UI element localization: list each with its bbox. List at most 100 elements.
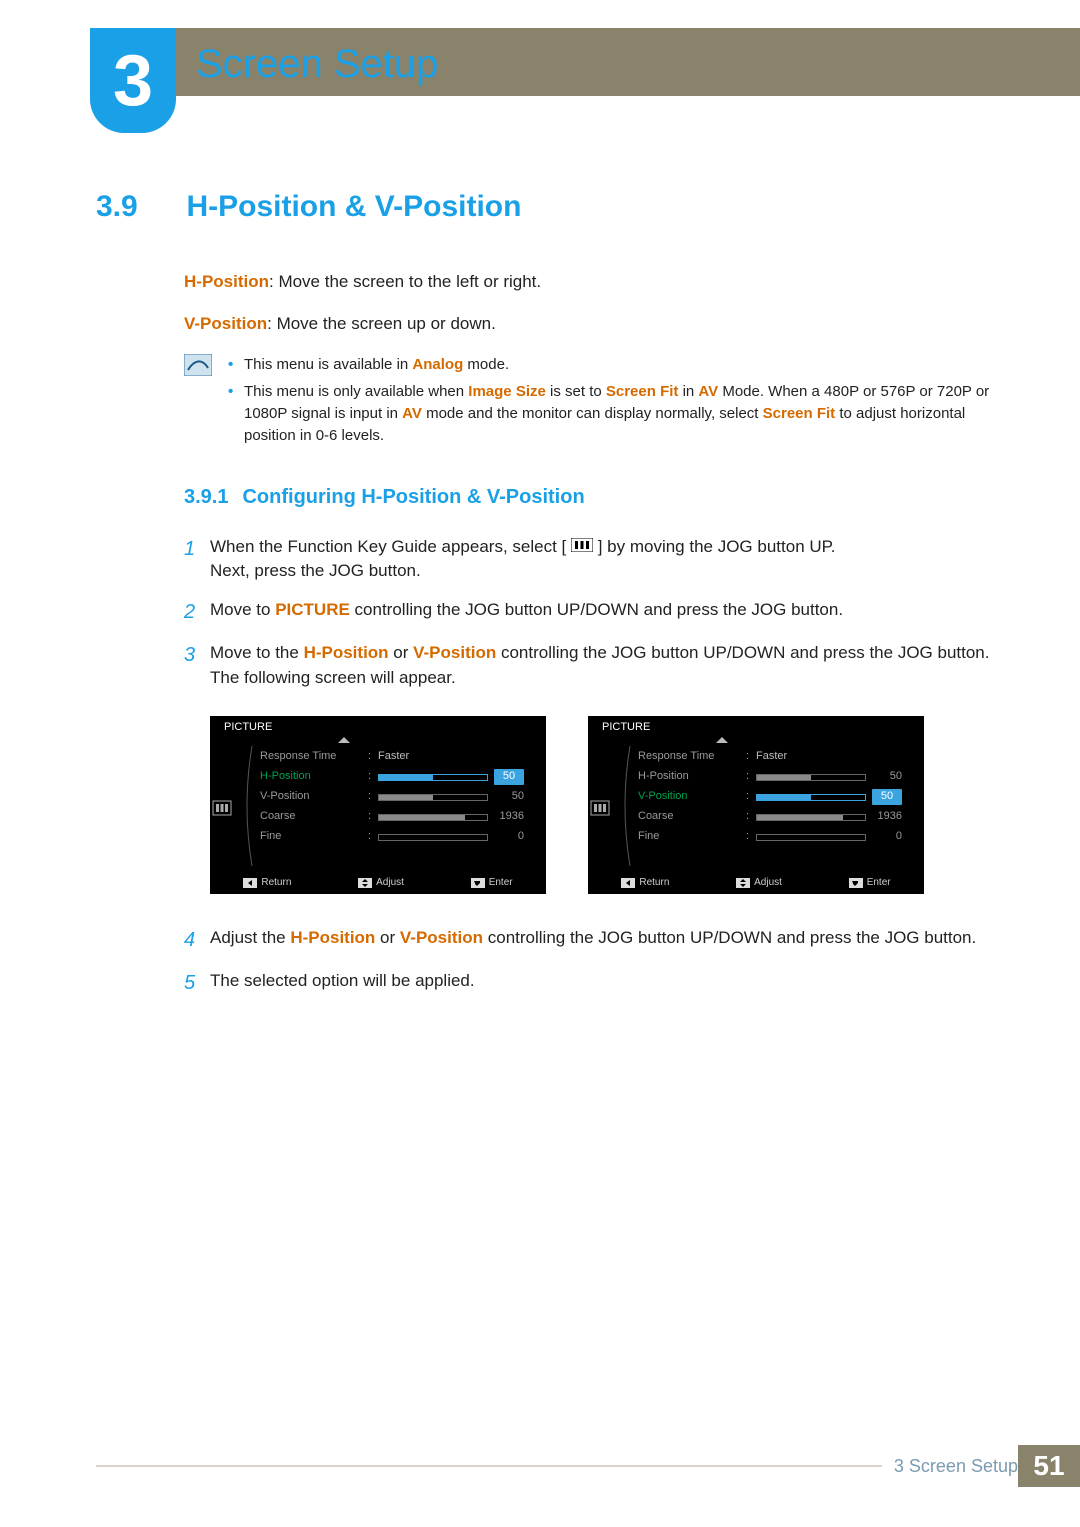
subsection-heading: 3.9.1 Configuring H-Position & V-Position [184, 483, 1000, 511]
step-body: Move to PICTURE controlling the JOG butt… [210, 598, 1000, 627]
osd-item-value: 50 [378, 789, 532, 805]
note-block: This menu is available in Analog mode. Th… [184, 354, 1000, 453]
osd-item: Coarse:1936 [260, 808, 532, 826]
step-number: 4 [184, 926, 210, 955]
osd-slider [756, 774, 866, 781]
osd-item-value: 50 [378, 769, 532, 785]
osd-slider-value: 50 [872, 789, 902, 805]
osd-item-value: Faster [756, 749, 910, 765]
osd-slider [378, 834, 488, 841]
osd-adjust-label: Adjust [358, 876, 404, 891]
osd-item-label: Response Time [638, 749, 746, 765]
step-body: Adjust the H-Position or V-Position cont… [210, 926, 1000, 955]
osd-item: H-Position:50 [260, 768, 532, 786]
section-heading: 3.9 H-Position & V-Position [96, 190, 1000, 224]
osd-slider [378, 814, 488, 821]
osd-slider [756, 834, 866, 841]
osd-item-label: Coarse [638, 809, 746, 825]
osd-item: V-Position:50 [638, 788, 910, 806]
osd-slider-value: 1936 [494, 809, 524, 825]
osd-item-label: Response Time [260, 749, 368, 765]
osd-slider-value: 50 [494, 769, 524, 785]
subsection-title: Configuring H-Position & V-Position [242, 486, 584, 508]
section-number: 3.9 [96, 190, 182, 224]
osd-panel: PICTURE Response Time:Faster H-Position:50… [210, 716, 546, 894]
osd-side-menu-icon [212, 800, 232, 822]
osd-item-label: H-Position [638, 769, 746, 785]
osd-adjust-label: Adjust [736, 876, 782, 891]
osd-row: PICTURE Response Time:Faster H-Position:50… [210, 716, 1000, 894]
osd-panel: PICTURE Response Time:Faster H-Position:50… [588, 716, 924, 894]
osd-item-value: 1936 [378, 809, 532, 825]
osd-slider [378, 774, 488, 781]
osd-footer: Return Adjust Enter [210, 876, 546, 891]
osd-slider-value: 0 [872, 829, 902, 845]
osd-item: Response Time:Faster [260, 748, 532, 766]
step-number: 1 [184, 535, 210, 584]
page-footer: 3 Screen Setup 51 [96, 1445, 1080, 1487]
osd-footer: Return Adjust Enter [588, 876, 924, 891]
step: 2Move to PICTURE controlling the JOG but… [184, 598, 1000, 627]
osd-item-label: V-Position [260, 789, 368, 805]
osd-item-value: 50 [756, 769, 910, 785]
step-list: 1When the Function Key Guide appears, se… [184, 535, 1000, 999]
osd-enter-label: Enter [849, 876, 891, 891]
osd-curve-decoration [620, 746, 632, 866]
note-list: This menu is available in Analog mode. Th… [224, 354, 1000, 453]
osd-enter-label: Enter [471, 876, 513, 891]
step-number: 5 [184, 969, 210, 998]
step: 1When the Function Key Guide appears, se… [184, 535, 1000, 584]
osd-item-label: H-Position [260, 769, 368, 785]
osd-item: Coarse:1936 [638, 808, 910, 826]
osd-item-label: Coarse [260, 809, 368, 825]
osd-item-value: 1936 [756, 809, 910, 825]
osd-up-arrow-icon [252, 735, 442, 747]
osd-items: Response Time:Faster H-Position:50 V-Posit… [638, 748, 910, 848]
subsection-number: 3.9.1 [184, 486, 228, 508]
step-body: The selected option will be applied. [210, 969, 1000, 998]
osd-return-label: Return [621, 876, 669, 891]
osd-item-value: Faster [378, 749, 532, 765]
osd-item: H-Position:50 [638, 768, 910, 786]
note-icon [184, 354, 224, 378]
osd-items: Response Time:Faster H-Position:50 V-Posit… [260, 748, 532, 848]
osd-slider-value: 0 [494, 829, 524, 845]
osd-title: PICTURE [224, 720, 272, 736]
osd-item: Fine:0 [638, 828, 910, 846]
osd-item-label: V-Position [638, 789, 746, 805]
osd-side-menu-icon [590, 800, 610, 822]
chapter-number-tab: 3 [90, 28, 176, 133]
menu-icon [571, 535, 593, 560]
osd-item: Response Time:Faster [638, 748, 910, 766]
osd-slider [756, 814, 866, 821]
chapter-number: 3 [113, 40, 153, 122]
osd-slider-value: 50 [872, 769, 902, 785]
osd-title: PICTURE [602, 720, 650, 736]
osd-up-arrow-icon [630, 735, 820, 747]
section-title: H-Position & V-Position [186, 190, 521, 224]
footer-chapter-ref: 3 Screen Setup [894, 1456, 1018, 1477]
osd-slider-value: 1936 [872, 809, 902, 825]
osd-slider-value: 50 [494, 789, 524, 805]
osd-item-value: 0 [378, 829, 532, 845]
step: 3Move to the H-Position or V-Position co… [184, 641, 1000, 690]
osd-item: V-Position:50 [260, 788, 532, 806]
osd-item-value: 50 [756, 789, 910, 805]
osd-item-label: Fine [638, 829, 746, 845]
osd-return-label: Return [243, 876, 291, 891]
osd-item-value: 0 [756, 829, 910, 845]
vposition-description: V-Position: Move the screen up or down. [184, 312, 1000, 336]
step: 5The selected option will be applied. [184, 969, 1000, 998]
osd-item-label: Fine [260, 829, 368, 845]
osd-row-step: PICTURE Response Time:Faster H-Position:50… [184, 704, 1000, 912]
osd-item: Fine:0 [260, 828, 532, 846]
step: 4Adjust the H-Position or V-Position con… [184, 926, 1000, 955]
step-number: 2 [184, 598, 210, 627]
osd-slider [756, 794, 866, 801]
footer-page-number: 51 [1018, 1445, 1080, 1487]
note-item: This menu is only available when Image S… [224, 381, 1000, 446]
note-item: This menu is available in Analog mode. [224, 354, 1000, 376]
step-number: 3 [184, 641, 210, 690]
step-body: Move to the H-Position or V-Position con… [210, 641, 1000, 690]
osd-slider [378, 794, 488, 801]
